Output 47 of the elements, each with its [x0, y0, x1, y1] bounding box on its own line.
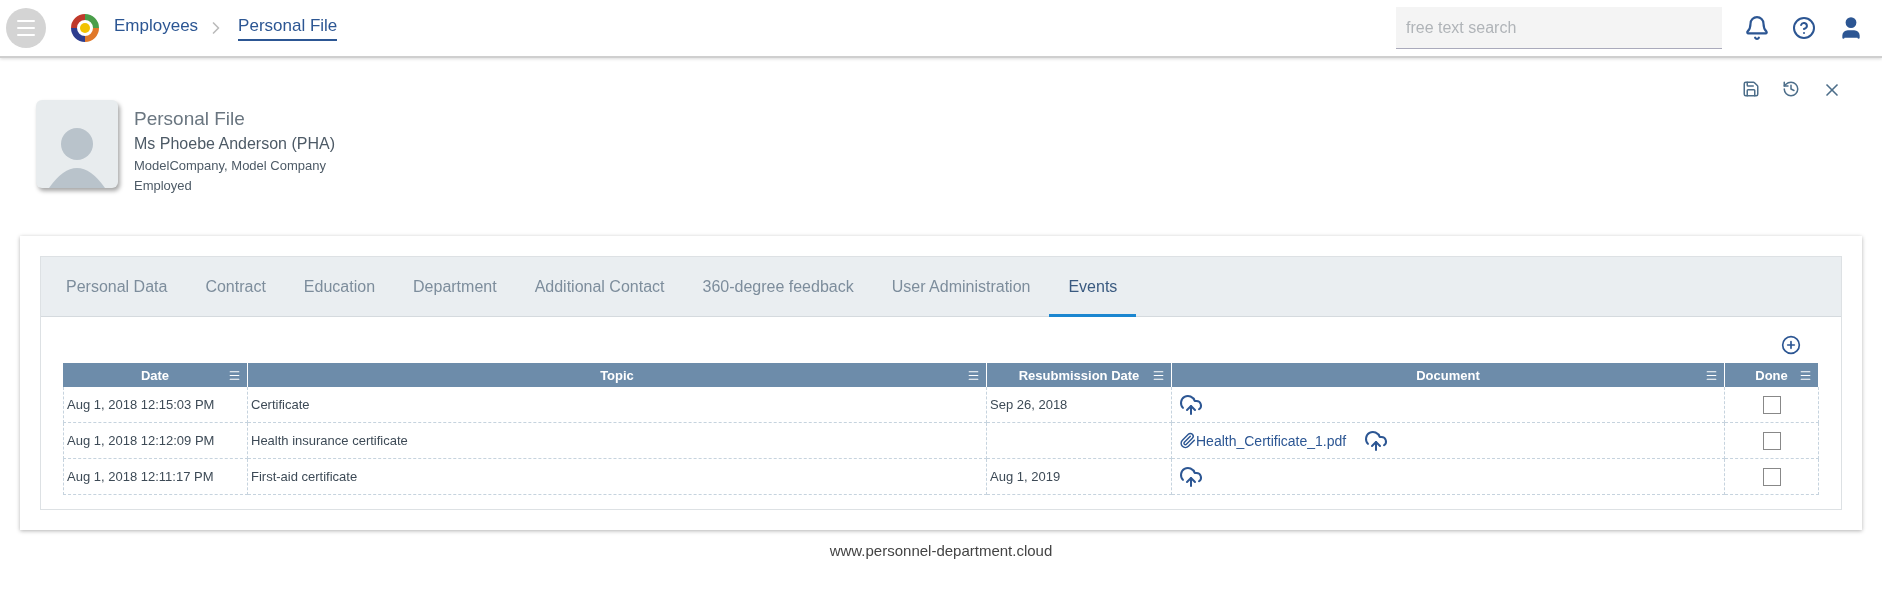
checkbox[interactable]: [1762, 467, 1781, 486]
breadcrumb-link[interactable]: Personal File: [238, 15, 338, 41]
add-icon[interactable]: [1781, 335, 1801, 355]
employee-name: Ms Phoebe Anderson (PHA): [134, 135, 335, 153]
column-menu-icon[interactable]: [1799, 368, 1812, 382]
footer-text: www.personnel-department.cloud: [829, 542, 1053, 559]
tab[interactable]: User Administration: [872, 257, 1050, 317]
search-field[interactable]: free text search: [1396, 7, 1722, 49]
table-cell: Aug 1, 2018 12:15:03 PM: [63, 387, 248, 423]
page-title: Personal File: [134, 108, 246, 130]
table-cell: Health insurance certificate: [248, 423, 987, 459]
table-cell: First-aid certificate: [248, 459, 987, 495]
paperclip-icon: [1179, 432, 1196, 449]
tab[interactable]: Additional Contact: [515, 257, 684, 317]
table-cell: Certificate: [248, 387, 987, 423]
column-menu-icon[interactable]: [228, 368, 241, 382]
column-header[interactable]: Done: [1725, 363, 1819, 387]
company-text: ModelCompany, Model Company: [134, 158, 327, 173]
table-cell: Sep 26, 2018: [987, 387, 1172, 423]
table-cell: Aug 1, 2018 12:12:09 PM: [63, 423, 248, 459]
column-header[interactable]: Date: [63, 363, 248, 387]
tab[interactable]: 360-degree feedback: [683, 257, 873, 317]
column-menu-icon[interactable]: [1152, 368, 1165, 382]
tab[interactable]: Department: [394, 257, 516, 317]
upload-icon[interactable]: [1364, 428, 1389, 453]
status-text: Employed: [134, 178, 193, 193]
column-header[interactable]: Topic: [248, 363, 987, 387]
save-icon[interactable]: [1742, 80, 1760, 100]
checkbox[interactable]: [1762, 431, 1781, 450]
logo-icon: [68, 11, 102, 45]
column-menu-icon[interactable]: [1705, 368, 1718, 382]
table-cell: Aug 1, 2019: [987, 459, 1172, 495]
column-header[interactable]: Document: [1172, 363, 1725, 387]
tab[interactable]: Personal Data: [47, 257, 187, 317]
breadcrumb-link[interactable]: Employees: [114, 15, 199, 41]
tab[interactable]: Contract: [186, 257, 285, 317]
bell-icon[interactable]: [1744, 15, 1770, 41]
upload-icon[interactable]: [1179, 392, 1203, 417]
tab[interactable]: Events: [1049, 257, 1137, 317]
column-menu-icon[interactable]: [967, 368, 980, 382]
tab[interactable]: Education: [284, 257, 395, 317]
table-cell: Aug 1, 2018 12:11:17 PM: [63, 459, 248, 495]
document-link[interactable]: Health_Certificate_1.pdf: [1196, 432, 1347, 449]
help-icon[interactable]: [1792, 16, 1816, 40]
column-header[interactable]: Resubmission Date: [987, 363, 1172, 387]
upload-icon[interactable]: [1179, 464, 1203, 489]
checkbox[interactable]: [1762, 395, 1781, 414]
